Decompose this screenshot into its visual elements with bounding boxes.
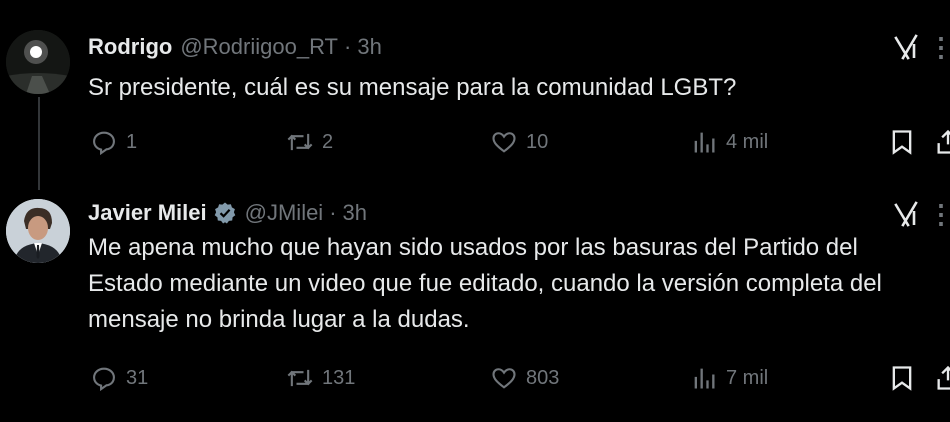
views-count: 7 mil <box>726 366 769 389</box>
retweet-count: 2 <box>322 130 334 153</box>
verified-badge-icon[interactable] <box>213 201 237 225</box>
views-button[interactable]: 7 mil <box>690 360 768 396</box>
tweet-actions: 31 131 803 7 mil <box>88 360 950 396</box>
tweet-text-line: Sr presidente, cuál es su mensaje para l… <box>88 74 737 101</box>
thread-connector <box>38 97 40 190</box>
views-icon <box>694 368 715 389</box>
retweet-count: 131 <box>322 366 356 389</box>
like-count: 803 <box>526 366 560 389</box>
tweet-text: Sr presidente, cuál es su mensaje para l… <box>88 70 950 106</box>
heart-icon <box>492 132 516 153</box>
grok-icon[interactable] <box>892 201 920 229</box>
bookmark-icon <box>892 130 912 155</box>
share-button[interactable] <box>934 124 950 160</box>
bookmark-button[interactable] <box>888 360 924 396</box>
tweet-text-line: Estado mediante un video que fue editado… <box>88 270 882 297</box>
reply-button[interactable]: 1 <box>90 124 137 160</box>
author-handle[interactable]: @Rodriigoo_RT <box>180 34 338 60</box>
retweet-button[interactable]: 2 <box>286 124 333 160</box>
separator-dot: · <box>329 200 337 225</box>
like-button[interactable]: 803 <box>490 360 559 396</box>
more-icon[interactable]: ⋮ <box>928 199 950 230</box>
share-button[interactable] <box>934 360 950 396</box>
bookmark-icon <box>892 366 912 391</box>
views-button[interactable]: 4 mil <box>690 124 768 160</box>
retweet-icon <box>287 369 313 387</box>
bookmark-button[interactable] <box>888 124 924 160</box>
retweet-button[interactable]: 131 <box>286 360 355 396</box>
more-icon[interactable]: ⋮ <box>928 32 950 63</box>
author-handle[interactable]: @JMilei <box>245 200 324 226</box>
tweet-text-line: mensaje no brinda lugar a la dudas. <box>88 306 470 333</box>
like-button[interactable]: 10 <box>490 124 548 160</box>
reply-icon <box>93 131 115 156</box>
tweet-header: Rodrigo @Rodriigoo_RT · 3h <box>88 34 382 60</box>
share-icon <box>937 365 950 390</box>
tweet-actions: 1 2 10 4 mil <box>88 124 950 160</box>
grok-icon[interactable] <box>892 34 920 62</box>
tweet-header: Javier Milei @JMilei · 3h <box>88 200 367 226</box>
heart-icon <box>492 368 516 389</box>
views-count: 4 mil <box>726 130 769 153</box>
reply-count: 31 <box>126 366 149 389</box>
timestamp[interactable]: 3h <box>357 34 381 60</box>
reply-count: 1 <box>126 130 138 153</box>
retweet-icon <box>287 133 313 151</box>
author-name[interactable]: Javier Milei <box>88 200 207 226</box>
like-count: 10 <box>526 130 549 153</box>
tweet-text-line: Me apena mucho que hayan sido usados por… <box>88 234 858 261</box>
tweet-text: Me apena mucho que hayan sido usados por… <box>88 230 950 338</box>
avatar[interactable] <box>6 30 70 94</box>
avatar[interactable] <box>6 199 70 263</box>
separator-dot: · <box>344 34 352 59</box>
views-icon <box>694 132 715 153</box>
reply-button[interactable]: 31 <box>90 360 148 396</box>
reply-icon <box>93 367 115 392</box>
share-icon <box>937 129 950 154</box>
timestamp[interactable]: 3h <box>343 200 367 226</box>
author-name[interactable]: Rodrigo <box>88 34 172 60</box>
